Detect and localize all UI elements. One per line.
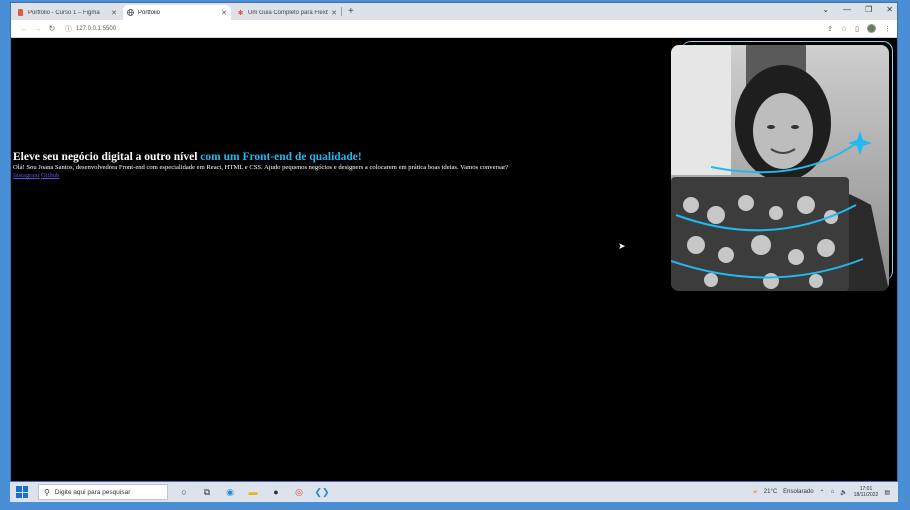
page-viewport: Eleve seu negócio digital a outro nível … bbox=[11, 38, 897, 481]
network-icon[interactable]: ⌂ bbox=[831, 489, 835, 495]
tab-flexbox-guide[interactable]: ✱ Um Guia Completo para Flexbox ✕ bbox=[233, 5, 341, 20]
windows-taskbar: ⚲ Digite aqui para pesquisar ○ ⧉ ◉ ▬ ● ◎… bbox=[10, 482, 898, 502]
profile-avatar[interactable] bbox=[867, 24, 876, 33]
reload-icon[interactable]: ↻ bbox=[45, 24, 59, 33]
new-tab-icon[interactable]: + bbox=[348, 6, 354, 17]
hero-description: Olá! Sou Joana Santos, desenvolvedora Fr… bbox=[13, 164, 509, 171]
search-icon: ⚲ bbox=[44, 487, 50, 497]
hero-section: Eleve seu negócio digital a outro nível … bbox=[13, 150, 633, 180]
search-placeholder: Digite aqui para pesquisar bbox=[54, 488, 131, 496]
clock[interactable]: 17:01 18/11/2022 bbox=[854, 486, 879, 498]
github-link[interactable]: Github bbox=[41, 172, 59, 179]
toolbar-actions: ⇪ ☆ ▯ ⋮ bbox=[827, 24, 891, 33]
tab-label: Portfolio bbox=[138, 9, 161, 16]
close-window-icon[interactable]: ✕ bbox=[886, 5, 893, 14]
chevron-down-icon[interactable]: ⌄ bbox=[822, 5, 829, 14]
browser-toolbar: ← → ↻ ⓘ 127.0.0.1:5500 ⇪ ☆ ▯ ⋮ bbox=[11, 20, 897, 38]
clock-date: 18/11/2022 bbox=[853, 492, 879, 498]
system-tray: ☀ 21°C Ensolarado ⌃ ⌂ 🔈 17:01 18/11/2022… bbox=[752, 486, 898, 498]
browser-window: Portfolio - Curso 1 – Figma ✕ Portfolio … bbox=[10, 2, 898, 482]
globe-icon bbox=[127, 9, 134, 16]
tab-label: Portfolio - Curso 1 – Figma bbox=[28, 9, 100, 16]
menu-dots-icon[interactable]: ⋮ bbox=[884, 25, 891, 33]
minimize-icon[interactable]: — bbox=[843, 5, 851, 14]
share-icon[interactable]: ⇪ bbox=[827, 25, 833, 33]
hero-photo bbox=[671, 45, 889, 291]
chrome-icon[interactable]: ◎ bbox=[292, 485, 306, 499]
weather-text[interactable]: Ensolarado bbox=[783, 489, 813, 495]
task-view-icon[interactable]: ⧉ bbox=[200, 485, 214, 499]
cortana-icon[interactable]: ○ bbox=[177, 485, 191, 499]
social-links: Instagram Github bbox=[13, 172, 633, 180]
file-explorer-icon[interactable]: ▬ bbox=[246, 485, 260, 499]
hero-title: Eleve seu negócio digital a outro nível … bbox=[13, 150, 633, 164]
chevron-up-icon[interactable]: ⌃ bbox=[820, 489, 825, 496]
bookmark-star-icon[interactable]: ☆ bbox=[841, 25, 847, 33]
hero-image-container bbox=[671, 41, 893, 291]
tab-bar: Portfolio - Curso 1 – Figma ✕ Portfolio … bbox=[11, 3, 897, 20]
maximize-icon[interactable]: ❐ bbox=[865, 5, 872, 14]
vscode-icon[interactable]: ❮❯ bbox=[314, 485, 329, 499]
close-icon[interactable]: ✕ bbox=[331, 9, 337, 17]
address-bar[interactable]: ⓘ 127.0.0.1:5500 bbox=[65, 24, 116, 34]
weather-temp[interactable]: 21°C bbox=[764, 489, 777, 495]
side-panel-icon[interactable]: ▯ bbox=[855, 25, 859, 33]
info-icon[interactable]: ⓘ bbox=[65, 24, 72, 34]
tab-separator bbox=[341, 7, 342, 16]
tab-label: Um Guia Completo para Flexbox bbox=[248, 9, 329, 16]
weather-icon: ☀ bbox=[752, 489, 758, 496]
volume-icon[interactable]: 🔈 bbox=[840, 489, 847, 496]
tab-figma[interactable]: Portfolio - Curso 1 – Figma ✕ bbox=[13, 5, 121, 20]
css-tricks-icon: ✱ bbox=[237, 9, 244, 17]
mouse-cursor-icon: ➤ bbox=[618, 241, 626, 251]
tab-portfolio[interactable]: Portfolio ✕ bbox=[123, 5, 231, 20]
edge-icon[interactable]: ◉ bbox=[223, 485, 237, 499]
hero-title-main: Eleve seu negócio digital a outro nível bbox=[13, 151, 201, 163]
close-icon[interactable]: ✕ bbox=[111, 9, 117, 17]
taskbar-search[interactable]: ⚲ Digite aqui para pesquisar bbox=[38, 484, 168, 500]
forward-icon[interactable]: → bbox=[31, 24, 45, 33]
back-icon[interactable]: ← bbox=[17, 24, 31, 33]
figma-icon bbox=[17, 9, 24, 16]
window-controls: ⌄ — ❐ ✕ bbox=[822, 5, 893, 14]
instagram-link[interactable]: Instagram bbox=[13, 172, 39, 179]
notification-icon[interactable]: ▤ bbox=[884, 489, 890, 496]
app-icon[interactable]: ● bbox=[269, 485, 283, 499]
address-text: 127.0.0.1:5500 bbox=[76, 25, 117, 32]
hero-title-accent: com um Front-end de qualidade! bbox=[200, 151, 362, 163]
close-icon[interactable]: ✕ bbox=[221, 9, 227, 17]
windows-start-icon[interactable] bbox=[16, 486, 28, 498]
